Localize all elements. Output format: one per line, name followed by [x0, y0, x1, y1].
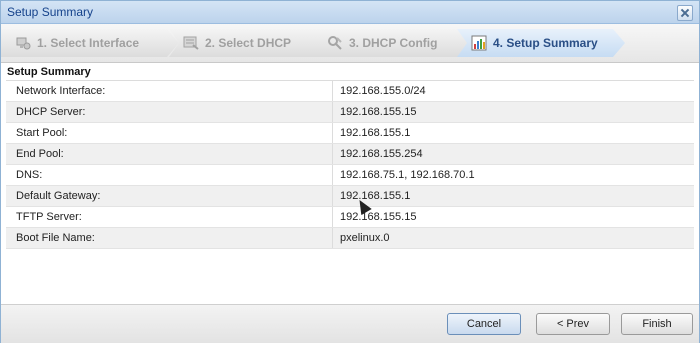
step-label: 1. Select Interface	[37, 36, 140, 50]
row-key: DHCP Server:	[16, 106, 86, 118]
row-key: Network Interface:	[16, 85, 106, 97]
row-key: Default Gateway:	[16, 190, 101, 202]
cancel-button[interactable]: Cancel	[447, 313, 521, 335]
finish-button[interactable]: Finish	[621, 313, 693, 335]
dhcp-list-icon	[183, 35, 199, 51]
config-tools-icon	[327, 35, 343, 51]
table-row: Default Gateway: 192.168.155.1	[6, 186, 694, 207]
row-value: 192.168.155.1	[340, 190, 411, 202]
title-bar[interactable]: Setup Summary	[1, 1, 699, 24]
dialog-footer: Cancel < Prev Finish	[1, 304, 699, 343]
step-label: 3. DHCP Config	[349, 36, 438, 50]
table-row: DNS: 192.168.75.1, 192.168.70.1	[6, 165, 694, 186]
column-divider	[332, 81, 333, 101]
column-divider	[332, 186, 333, 206]
row-value: 192.168.155.15	[340, 106, 417, 118]
step-select-interface[interactable]: 1. Select Interface	[1, 29, 179, 57]
column-divider	[332, 123, 333, 143]
step-dhcp-config[interactable]: 3. DHCP Config	[313, 29, 471, 57]
table-row: Start Pool: 192.168.155.1	[6, 123, 694, 144]
row-key: Start Pool:	[16, 127, 68, 139]
step-setup-summary[interactable]: 4. Setup Summary	[457, 29, 625, 57]
window-title: Setup Summary	[7, 5, 94, 19]
row-key: DNS:	[16, 169, 43, 181]
row-key: End Pool:	[16, 148, 64, 160]
column-divider	[332, 102, 333, 122]
row-key: TFTP Server:	[16, 211, 82, 223]
row-value: 192.168.155.1	[340, 127, 411, 139]
column-divider	[332, 207, 333, 227]
close-icon[interactable]	[677, 5, 693, 21]
step-label: 2. Select DHCP	[205, 36, 292, 50]
row-value: 192.168.155.254	[340, 148, 423, 160]
row-value: 192.168.155.15	[340, 211, 417, 223]
step-select-dhcp[interactable]: 2. Select DHCP	[169, 29, 329, 57]
wizard-steps: 1. Select Interface 2. Select DHCP 3. DH…	[1, 24, 699, 63]
table-row: TFTP Server: 192.168.155.15	[6, 207, 694, 228]
row-value: 192.168.155.0/24	[340, 85, 426, 97]
step-label: 4. Setup Summary	[493, 36, 598, 50]
table-row: Network Interface: 192.168.155.0/24	[6, 81, 694, 102]
setup-wizard-window: Setup Summary 1. Select Interface 2. Sel…	[0, 0, 700, 343]
column-divider	[332, 144, 333, 164]
interface-icon	[15, 35, 31, 51]
column-divider	[332, 165, 333, 185]
prev-button[interactable]: < Prev	[536, 313, 610, 335]
row-value: pxelinux.0	[340, 232, 390, 244]
summary-chart-icon	[471, 35, 487, 51]
table-row: End Pool: 192.168.155.254	[6, 144, 694, 165]
table-row: DHCP Server: 192.168.155.15	[6, 102, 694, 123]
summary-title: Setup Summary	[7, 66, 91, 78]
row-key: Boot File Name:	[16, 232, 95, 244]
row-value: 192.168.75.1, 192.168.70.1	[340, 169, 475, 181]
summary-table: Network Interface: 192.168.155.0/24 DHCP…	[6, 80, 694, 249]
table-row: Boot File Name: pxelinux.0	[6, 228, 694, 249]
column-divider	[332, 228, 333, 248]
